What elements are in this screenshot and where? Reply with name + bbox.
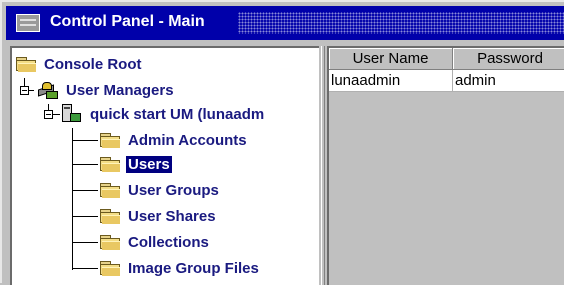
tree-connector [72,164,98,165]
folder-icon [100,235,120,250]
column-header-password[interactable]: Password [453,48,564,70]
app-icon[interactable] [16,14,40,32]
tree-item-label: quick start UM (lunaadm [90,105,265,123]
folder-icon [100,157,120,172]
tree-item-user-managers[interactable]: User Managers [36,78,176,102]
tree-item-label: Image Group Files [128,259,259,277]
title-bar[interactable]: Control Panel - Main [6,6,564,40]
folder-icon [100,261,120,276]
column-header-user-name[interactable]: User Name [329,48,453,70]
folder-icon [100,209,120,224]
tree-item-console-root[interactable]: Console Root [16,52,144,76]
tree-item-label: Console Root [44,55,142,73]
table-cell-password[interactable]: admin [453,70,564,92]
tree-item-label: Admin Accounts [128,131,247,149]
collapse-toggle[interactable] [44,110,53,119]
tree-item-label: User Managers [66,81,174,99]
table-cell-user-name[interactable]: lunaadmin [329,70,453,92]
tree-connector [72,242,98,243]
split-pane-divider[interactable] [319,46,327,285]
tree-connector [72,268,98,269]
tree-item-label: User Shares [128,207,216,225]
folder-icon [100,133,120,148]
tree-item-label: Collections [128,233,209,251]
collapse-toggle[interactable] [20,86,29,95]
user-manager-icon [36,81,58,99]
title-bar-pattern [238,12,564,34]
window-title: Control Panel - Main [50,13,205,30]
tree-connector [72,190,98,191]
tree-item-quick-start-um[interactable]: quick start UM (lunaadm [60,102,266,126]
server-icon [60,104,82,124]
control-panel-window: Control Panel - Main Console Root User M… [0,0,564,285]
tree-connector [72,216,98,217]
folder-icon [100,183,120,198]
folder-icon [16,57,36,72]
tree-item-admin-accounts[interactable]: Admin Accounts [100,128,249,152]
tree-item-image-group-files[interactable]: Image Group Files [100,256,261,280]
tree-item-collections[interactable]: Collections [100,230,211,254]
tree-item-user-groups[interactable]: User Groups [100,178,221,202]
tree-item-user-shares[interactable]: User Shares [100,204,218,228]
tree-pane[interactable]: Console Root User Managers quick start U… [10,46,319,285]
tree-item-label: Users [126,155,172,173]
tree-item-users[interactable]: Users [100,152,172,176]
tree-connector [72,128,73,270]
tree-connector [72,140,98,141]
tree-item-label: User Groups [128,181,219,199]
users-table[interactable]: User Name Password lunaadmin admin [327,46,564,285]
